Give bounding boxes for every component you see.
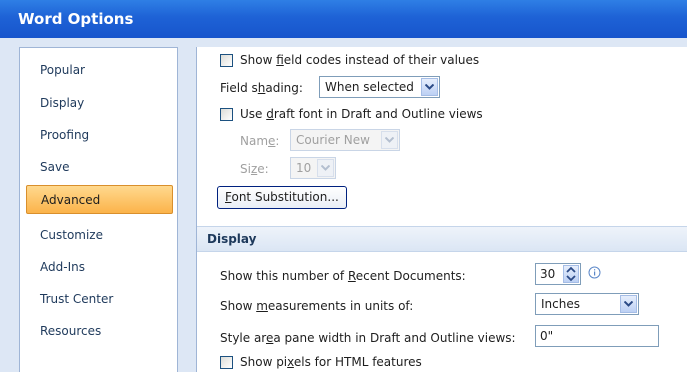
sidebar-item-popular[interactable]: Popular	[26, 56, 173, 85]
recent-documents-value: 30	[540, 267, 556, 281]
sidebar-item-proofing[interactable]: Proofing	[26, 121, 173, 150]
sidebar-item-customize[interactable]: Customize	[26, 221, 173, 250]
draft-font-label: Use draft font in Draft and Outline view…	[240, 107, 483, 121]
show-pixels-label: Show pixels for HTML features	[240, 355, 422, 369]
field-shading-value: When selected	[325, 80, 414, 94]
sidebar-item-advanced[interactable]: Advanced	[26, 185, 173, 214]
show-pixels-checkbox[interactable]	[220, 356, 233, 369]
sidebar-item-save[interactable]: Save	[26, 153, 173, 182]
font-size-value: 10	[296, 161, 312, 175]
sidebar-item-add-ins[interactable]: Add-Ins	[26, 253, 173, 282]
font-name-dropdown[interactable]: Courier New	[290, 129, 400, 151]
display-section-header: Display	[197, 226, 687, 252]
options-panel: Show field codes instead of their values…	[196, 47, 687, 372]
sidebar-item-trust-center[interactable]: Trust Center	[26, 285, 173, 314]
chevron-down-icon[interactable]	[421, 78, 438, 96]
spin-arrows-icon[interactable]	[563, 265, 579, 283]
measurement-units-value: Inches	[541, 297, 580, 311]
show-field-codes-label: Show field codes instead of their values	[240, 53, 480, 67]
field-shading-dropdown[interactable]: When selected	[319, 76, 440, 98]
measurement-units-dropdown[interactable]: Inches	[535, 293, 639, 315]
style-area-width-input[interactable]: 0"	[535, 325, 659, 347]
sidebar-item-resources[interactable]: Resources	[26, 317, 173, 346]
recent-documents-spinner[interactable]: 30	[535, 263, 581, 285]
font-substitution-button[interactable]: Font Substitution...	[217, 186, 347, 209]
info-icon[interactable]	[588, 266, 601, 282]
font-name-value: Courier New	[296, 133, 370, 147]
sidebar-item-display[interactable]: Display	[26, 89, 173, 118]
show-field-codes-checkbox[interactable]	[220, 54, 233, 67]
chevron-down-icon[interactable]	[381, 131, 398, 149]
font-size-dropdown[interactable]: 10	[290, 157, 336, 179]
sidebar: Popular Display Proofing Save Advanced C…	[19, 47, 178, 372]
style-area-width-label: Style area pane width in Draft and Outli…	[220, 331, 516, 345]
window-title: Word Options	[0, 0, 687, 38]
recent-documents-label: Show this number of Recent Documents:	[220, 269, 466, 283]
font-name-label: Name:	[240, 134, 280, 148]
chevron-down-icon[interactable]	[317, 159, 334, 177]
measurement-units-label: Show measurements in units of:	[220, 299, 414, 313]
draft-font-checkbox[interactable]	[220, 108, 233, 121]
field-shading-label: Field shading:	[220, 81, 303, 95]
chevron-down-icon[interactable]	[620, 295, 637, 313]
font-size-label: Size:	[240, 162, 269, 176]
